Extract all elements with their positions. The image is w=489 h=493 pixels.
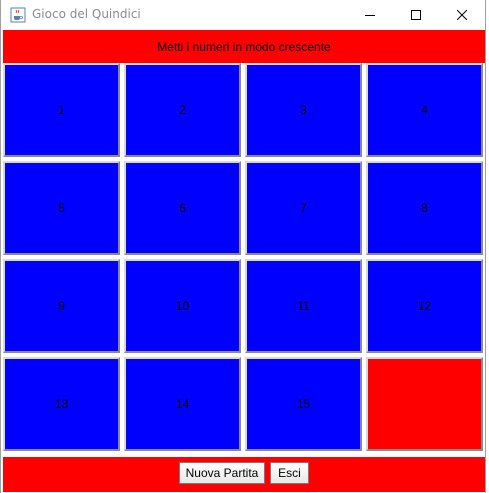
- minimize-button[interactable]: [347, 0, 393, 30]
- tile-label: 10: [175, 299, 190, 313]
- status-message: Metti i numeri in modo crescente: [157, 39, 331, 54]
- tile-label: 14: [175, 397, 190, 411]
- tile-15[interactable]: 15: [245, 357, 362, 451]
- footer-bar: Nuova Partita Esci: [3, 457, 485, 492]
- maximize-icon: [411, 10, 421, 20]
- status-label: Metti i numeri in modo crescente: [3, 30, 485, 63]
- tile-label: 4: [421, 103, 428, 117]
- tile-label: 7: [300, 201, 307, 215]
- tile-label: 5: [58, 201, 65, 215]
- puzzle-board: 1 2 3 4 5 6 7 8 9 10 11 12 13 14 15: [3, 63, 485, 456]
- tile-8[interactable]: 8: [366, 161, 483, 255]
- new-game-button[interactable]: Nuova Partita: [179, 462, 265, 484]
- tile-label: 2: [179, 103, 186, 117]
- tile-5[interactable]: 5: [3, 161, 120, 255]
- tile-10[interactable]: 10: [124, 259, 241, 353]
- close-button[interactable]: [439, 0, 485, 30]
- tile-9[interactable]: 9: [3, 259, 120, 353]
- tile-4[interactable]: 4: [366, 63, 483, 157]
- tile-13[interactable]: 13: [3, 357, 120, 451]
- tile-11[interactable]: 11: [245, 259, 362, 353]
- exit-button[interactable]: Esci: [270, 462, 309, 484]
- tile-label: 13: [54, 397, 69, 411]
- tile-7[interactable]: 7: [245, 161, 362, 255]
- tile-14[interactable]: 14: [124, 357, 241, 451]
- close-icon: [457, 10, 467, 20]
- tile-2[interactable]: 2: [124, 63, 241, 157]
- window-title: Gioco del Quindici: [32, 7, 141, 21]
- tile-label: 6: [179, 201, 186, 215]
- tile-label: 12: [417, 299, 432, 313]
- tile-label: 15: [296, 397, 311, 411]
- minimize-icon: [365, 15, 375, 16]
- tile-6[interactable]: 6: [124, 161, 241, 255]
- tile-label: 11: [297, 299, 310, 313]
- tile-1[interactable]: 1: [3, 63, 120, 157]
- tile-label: 3: [300, 103, 307, 117]
- title-bar[interactable]: Gioco del Quindici: [1, 0, 485, 30]
- app-window: Gioco del Quindici Metti i numeri in mod…: [0, 0, 486, 493]
- tile-label: 8: [421, 201, 428, 215]
- tile-12[interactable]: 12: [366, 259, 483, 353]
- tile-label: 1: [58, 103, 65, 117]
- java-cup-icon: [10, 7, 26, 23]
- tile-label: 9: [58, 299, 65, 313]
- maximize-button[interactable]: [393, 0, 439, 30]
- empty-tile[interactable]: [366, 357, 483, 451]
- tile-3[interactable]: 3: [245, 63, 362, 157]
